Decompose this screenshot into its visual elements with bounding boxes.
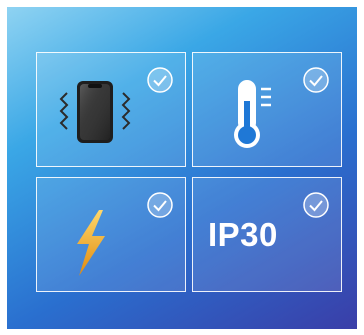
ip-rating-label: IP30 [208, 216, 278, 253]
vibrating-phone-icon [55, 71, 135, 151]
feature-panel: IP30 [7, 7, 357, 329]
check-icon [303, 192, 329, 218]
check-icon [147, 67, 173, 93]
feature-tile-power [36, 177, 186, 292]
feature-tile-temperature [192, 52, 342, 167]
lightning-bolt-icon [65, 208, 115, 278]
feature-tile-vibration [36, 52, 186, 167]
check-icon [303, 67, 329, 93]
feature-tile-ip-rating: IP30 [192, 177, 342, 292]
check-icon [147, 192, 173, 218]
thermometer-icon [223, 75, 283, 155]
